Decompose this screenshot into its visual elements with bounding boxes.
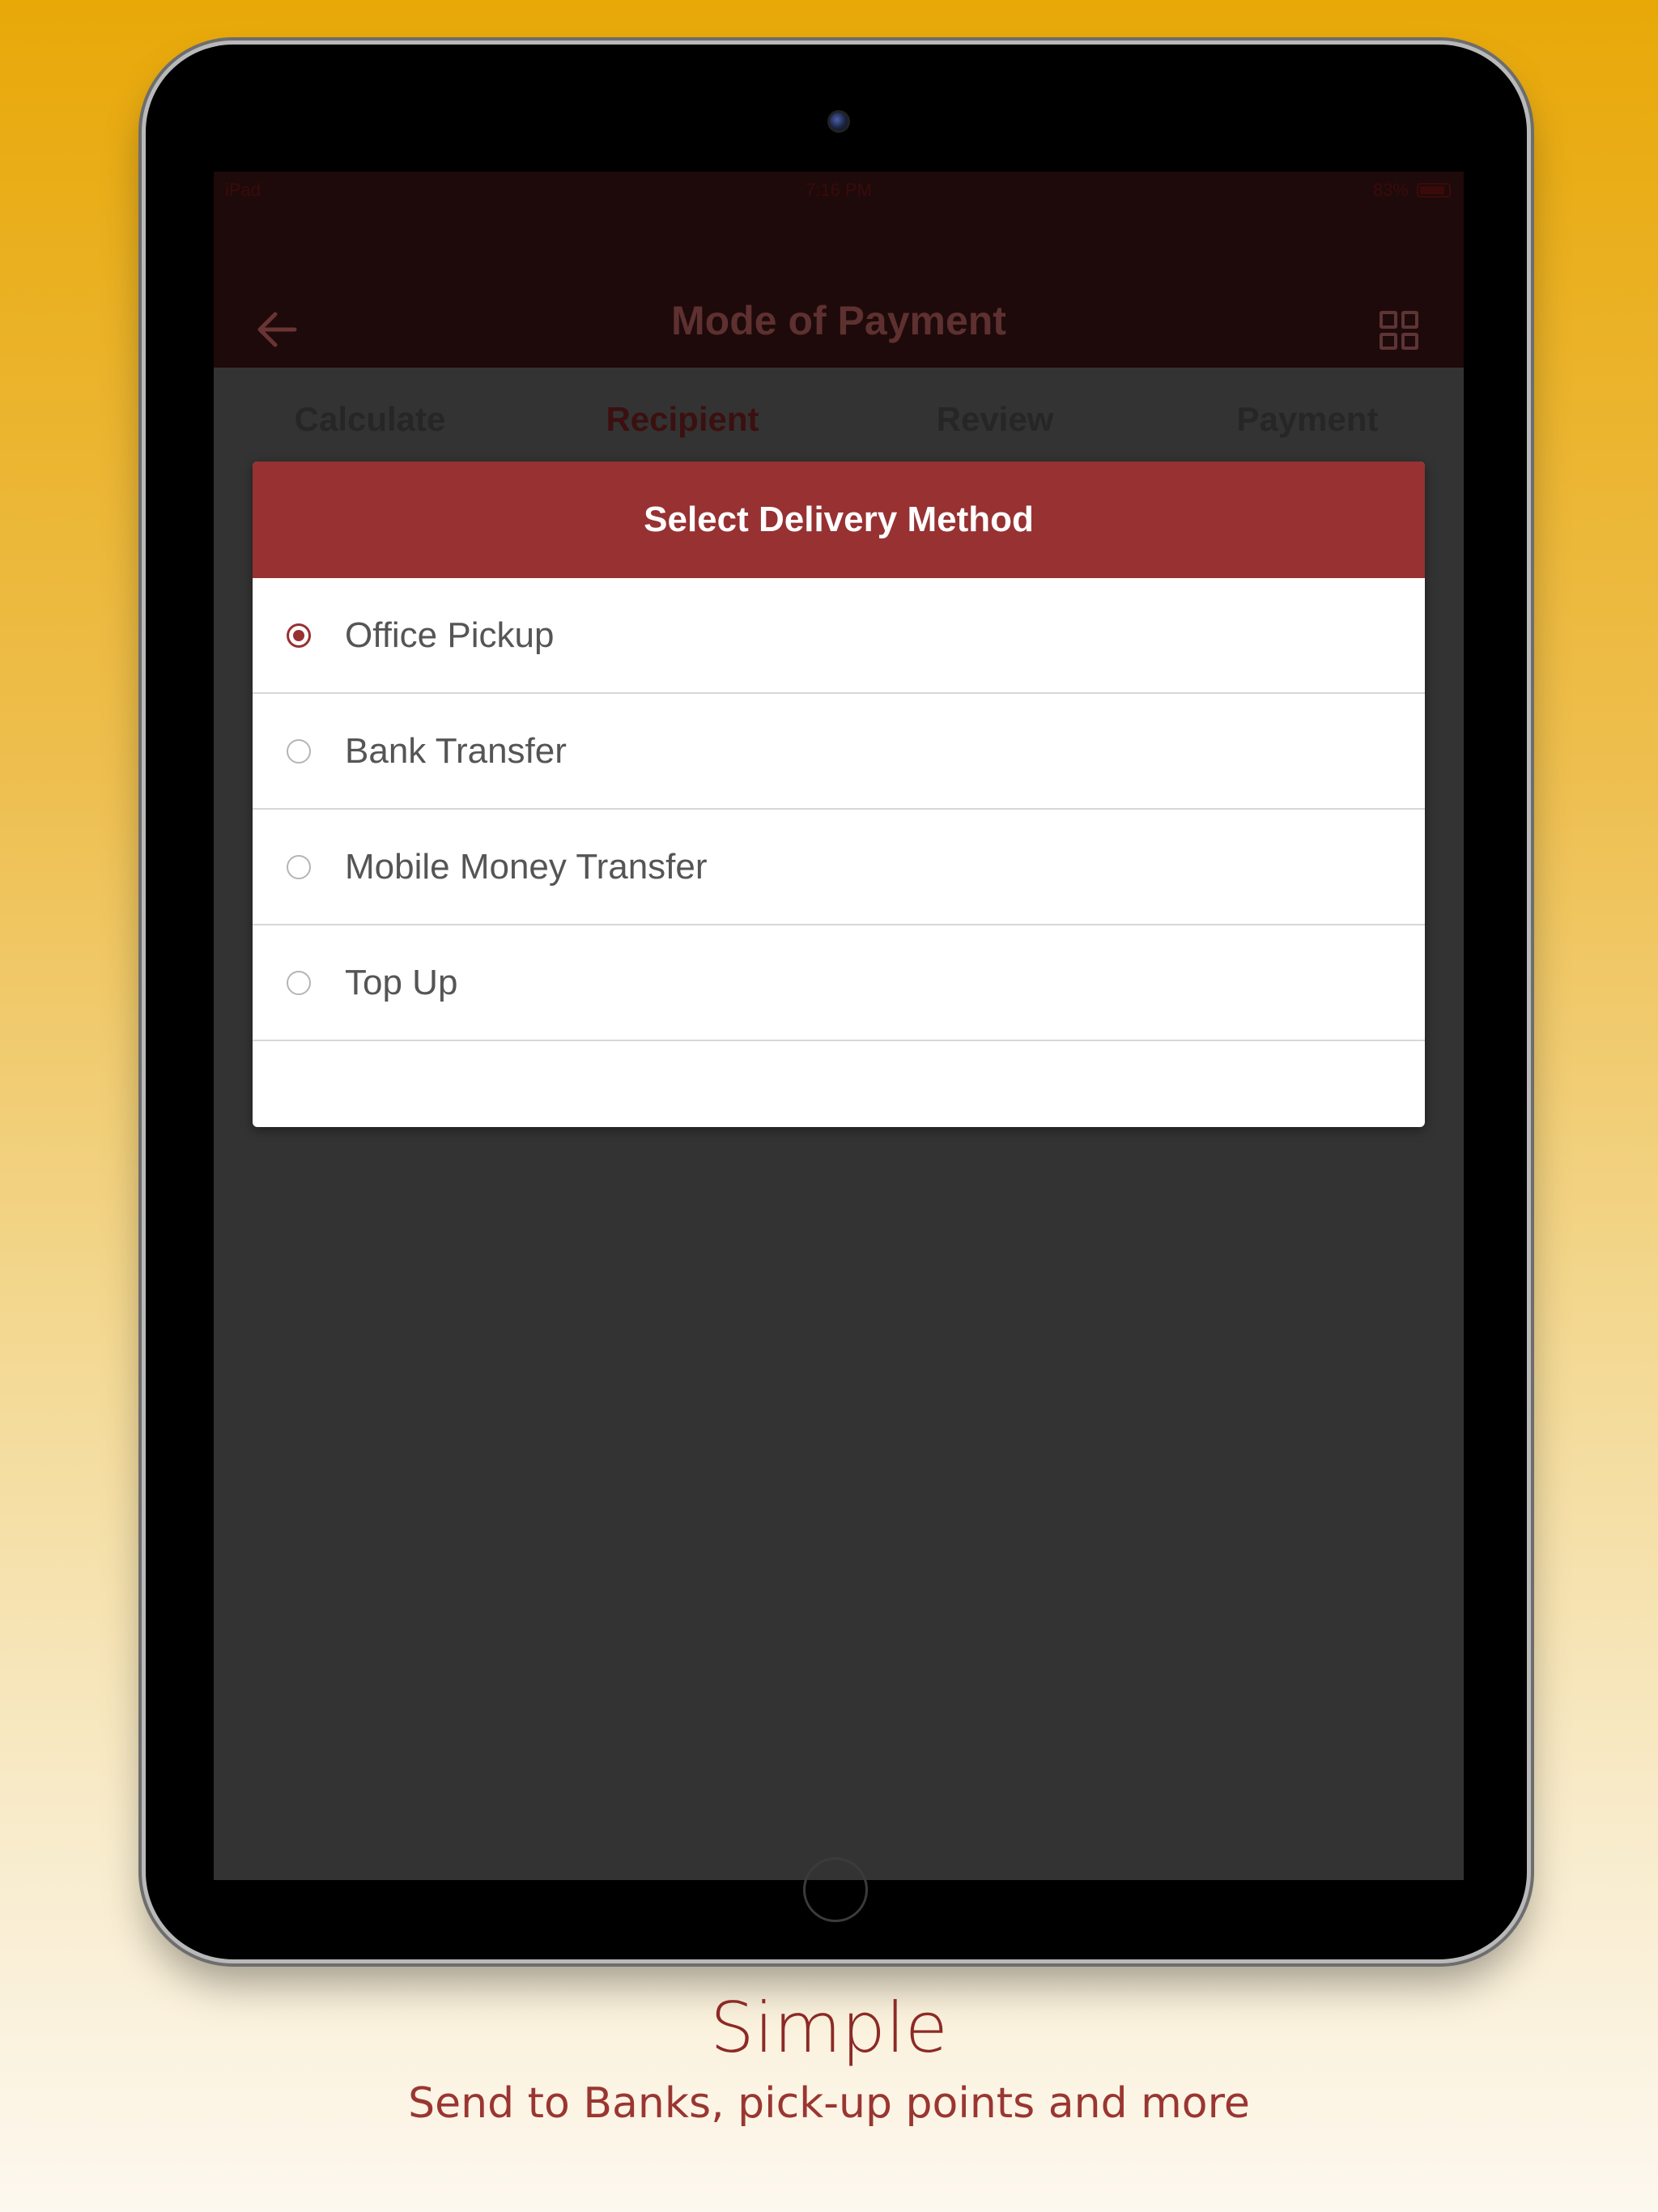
status-time: 7:16 PM — [806, 180, 872, 200]
battery-percent: 83% — [1372, 180, 1409, 200]
option-top-up[interactable]: Top Up — [253, 925, 1425, 1041]
radio-unselected-icon[interactable] — [287, 970, 311, 995]
option-label: Office Pickup — [345, 615, 555, 655]
radio-selected-icon[interactable] — [287, 623, 311, 648]
step-review[interactable]: Review — [839, 368, 1151, 461]
step-indicator: Calculate Recipient Review Payment — [214, 368, 1464, 461]
caption-subtitle: Send to Banks, pick-up points and more — [408, 2079, 1250, 2128]
option-label: Bank Transfer — [345, 730, 567, 771]
option-mobile-money-transfer[interactable]: Mobile Money Transfer — [253, 810, 1425, 925]
dialog-title: Select Delivery Method — [253, 462, 1425, 578]
ipad-device-frame: iPad 7:16 PM 83% Mode of Payment Calcula… — [146, 45, 1527, 1959]
app-screen: iPad 7:16 PM 83% Mode of Payment Calcula… — [214, 172, 1464, 1880]
radio-unselected-icon[interactable] — [287, 854, 311, 879]
option-bank-transfer[interactable]: Bank Transfer — [253, 694, 1425, 810]
front-camera — [827, 110, 850, 133]
status-bar: iPad 7:16 PM 83% — [214, 172, 1464, 209]
home-button[interactable] — [803, 1857, 868, 1922]
status-right: 83% — [1373, 180, 1451, 201]
page-title: Mode of Payment — [671, 298, 1006, 343]
option-label: Top Up — [345, 962, 458, 1002]
caption-title: Simple — [710, 1988, 948, 2069]
navigation-bar: iPad 7:16 PM 83% Mode of Payment — [214, 172, 1464, 368]
battery-icon — [1417, 183, 1451, 198]
step-calculate[interactable]: Calculate — [214, 368, 526, 461]
grid-icon[interactable] — [1380, 311, 1418, 350]
option-office-pickup[interactable]: Office Pickup — [253, 578, 1425, 694]
step-recipient[interactable]: Recipient — [526, 368, 839, 461]
option-label: Mobile Money Transfer — [345, 846, 708, 887]
radio-unselected-icon[interactable] — [287, 738, 311, 764]
step-payment[interactable]: Payment — [1151, 368, 1464, 461]
delivery-method-dialog: Select Delivery Method Office Pickup Ban… — [253, 462, 1425, 1127]
